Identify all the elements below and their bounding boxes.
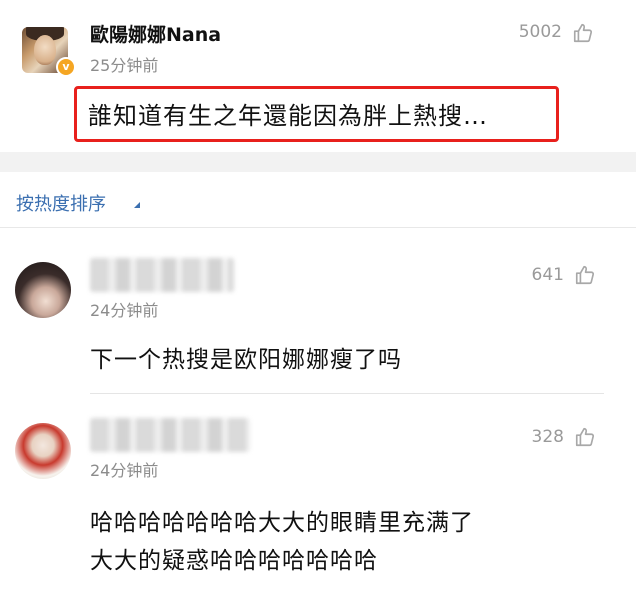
post-author-name[interactable]: 歐陽娜娜Nana — [90, 20, 221, 47]
comment-like-count: 328 — [531, 427, 564, 447]
comment-avatar[interactable] — [15, 262, 71, 318]
post-like-count: 5002 — [518, 22, 562, 42]
comment-avatar[interactable] — [15, 423, 71, 479]
caret-icon — [134, 202, 140, 208]
thumbs-up-icon[interactable] — [574, 426, 596, 448]
comment-author-name-blurred[interactable] — [90, 258, 234, 292]
comment-text-line-1: 哈哈哈哈哈哈哈大大的眼睛里充满了 — [90, 510, 474, 536]
comment-time: 24分钟前 — [90, 301, 159, 320]
post-time: 25分钟前 — [90, 56, 159, 75]
comment-text-line-2: 大大的疑惑哈哈哈哈哈哈哈 — [90, 548, 378, 574]
post-text: 誰知道有生之年還能因為胖上熱搜… — [88, 102, 488, 130]
thumbs-up-icon[interactable] — [572, 22, 594, 44]
comment-like-count: 641 — [531, 265, 564, 285]
sort-by-heat-button[interactable]: 按热度排序 — [16, 190, 106, 216]
comment-author-name-blurred[interactable] — [90, 418, 250, 452]
thumbs-up-icon[interactable] — [574, 264, 596, 286]
comment-text: 下一个热搜是欧阳娜娜瘦了吗 — [90, 347, 402, 373]
avatar-face — [34, 35, 56, 65]
divider — [90, 393, 604, 394]
verified-badge-icon: v — [56, 57, 76, 77]
comment-time: 24分钟前 — [90, 461, 159, 480]
divider — [0, 227, 636, 228]
section-separator — [0, 152, 636, 172]
